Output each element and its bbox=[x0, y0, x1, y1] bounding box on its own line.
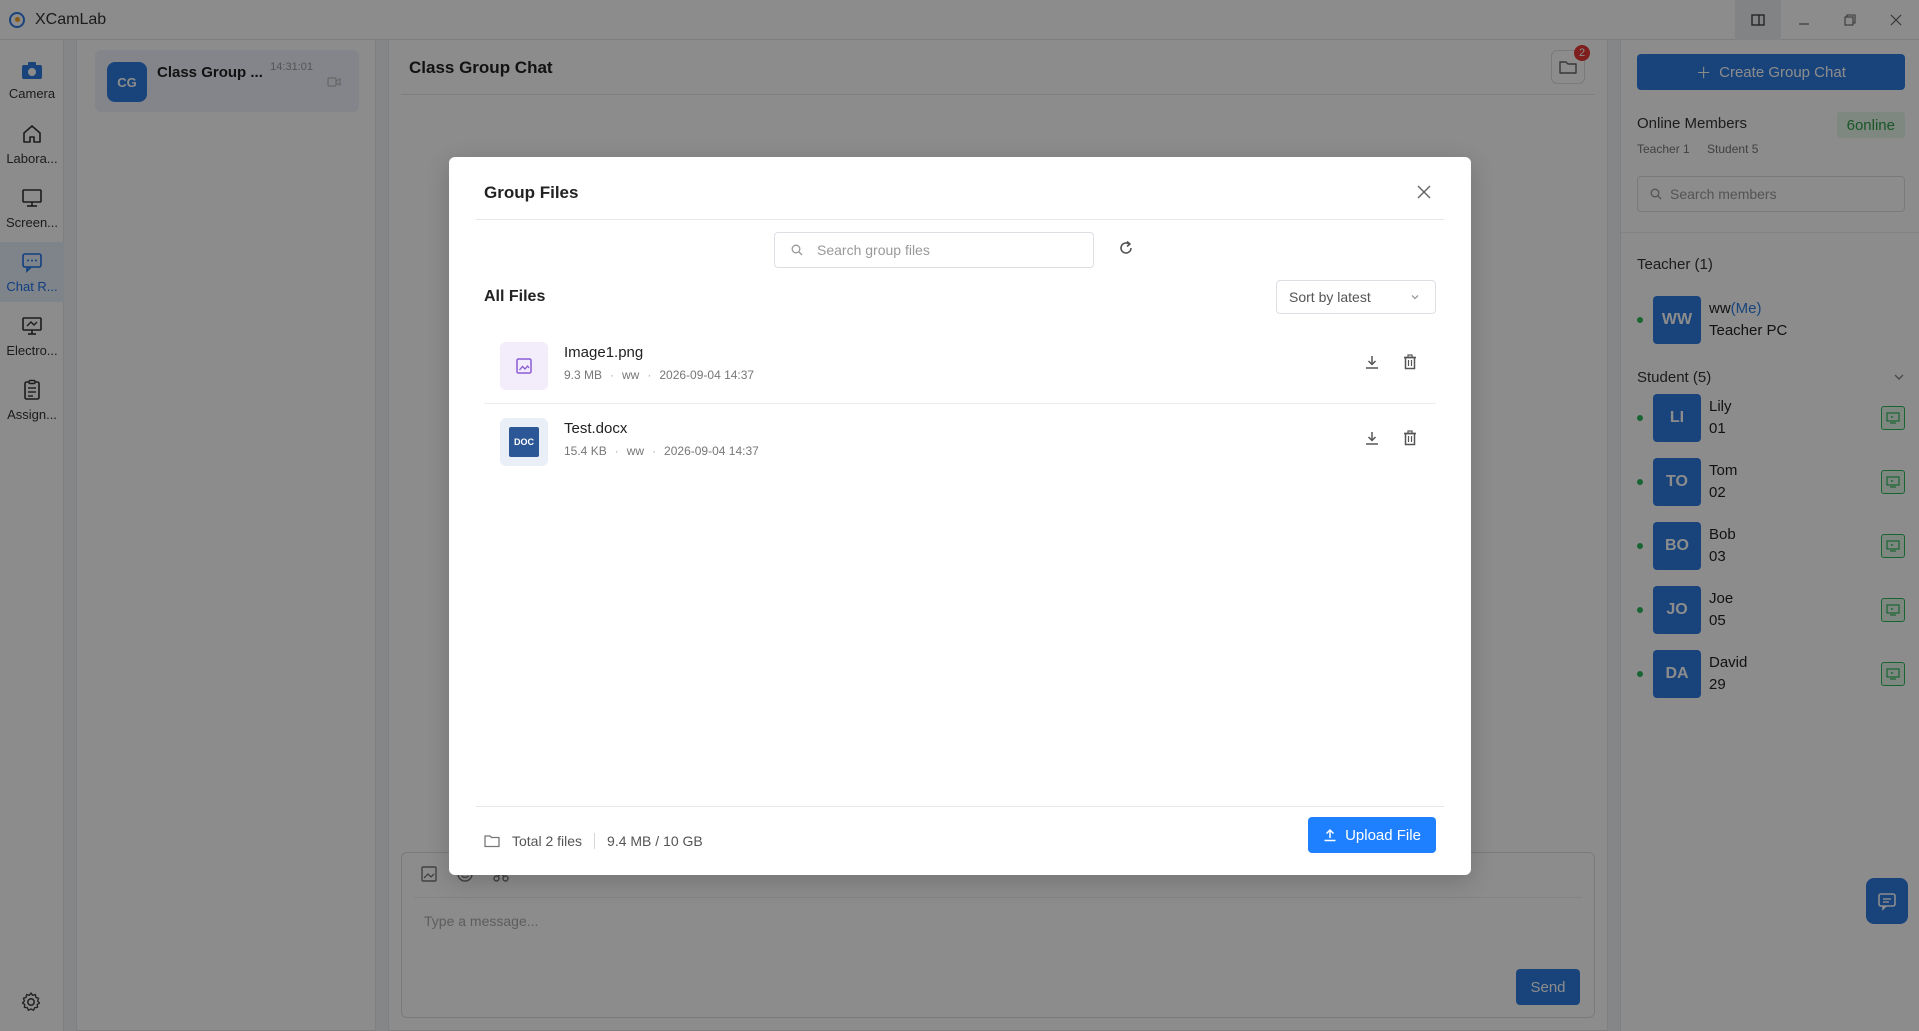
file-actions bbox=[1364, 430, 1418, 446]
delete-button[interactable] bbox=[1402, 354, 1418, 370]
files-summary: Total 2 files 9.4 MB / 10 GB bbox=[484, 833, 703, 849]
doc-icon-label: DOC bbox=[509, 427, 539, 457]
divider bbox=[476, 219, 1444, 220]
file-size: 9.3 MB bbox=[564, 368, 603, 382]
file-owner: ww bbox=[626, 444, 645, 458]
download-button[interactable] bbox=[1364, 430, 1380, 446]
file-meta: 15.4 KB · ww · 2026-09-04 14:37 bbox=[564, 444, 759, 458]
file-size: 15.4 KB bbox=[564, 444, 607, 458]
total-files: Total 2 files bbox=[512, 833, 583, 849]
download-button[interactable] bbox=[1364, 354, 1380, 370]
separator-dot: · bbox=[614, 444, 619, 458]
trash-icon bbox=[1404, 430, 1416, 446]
upload-icon bbox=[1324, 828, 1336, 842]
separator-dot: · bbox=[647, 368, 652, 382]
storage-usage: 9.4 MB / 10 GB bbox=[607, 833, 703, 849]
divider bbox=[594, 833, 596, 849]
divider bbox=[476, 806, 1444, 807]
search-icon bbox=[791, 244, 803, 256]
file-name: Test.docx bbox=[564, 420, 628, 437]
download-icon bbox=[1366, 356, 1378, 369]
separator-dot: · bbox=[652, 444, 657, 458]
refresh-button[interactable] bbox=[1118, 240, 1134, 256]
sort-select[interactable]: Sort by latest bbox=[1276, 280, 1436, 314]
dialog-title: Group Files bbox=[484, 183, 579, 202]
close-dialog-button[interactable] bbox=[1417, 185, 1431, 199]
file-row[interactable]: DOC Test.docx 15.4 KB · ww · 2026-09-04 … bbox=[484, 404, 1436, 480]
delete-button[interactable] bbox=[1402, 430, 1418, 446]
all-files-heading: All Files bbox=[484, 288, 546, 305]
download-icon bbox=[1366, 432, 1378, 445]
file-actions bbox=[1364, 354, 1418, 370]
doc-file-icon: DOC bbox=[500, 418, 548, 466]
file-owner: ww bbox=[622, 368, 640, 382]
chevron-down-icon bbox=[1409, 291, 1421, 303]
separator-dot: · bbox=[610, 368, 615, 382]
file-name: Image1.png bbox=[564, 344, 644, 361]
trash-icon bbox=[1404, 354, 1416, 370]
file-search-input[interactable]: Search group files bbox=[774, 232, 1094, 268]
file-date: 2026-09-04 14:37 bbox=[664, 444, 759, 458]
file-search-placeholder: Search group files bbox=[817, 242, 930, 258]
folder-icon bbox=[484, 834, 500, 848]
upload-file-label: Upload File bbox=[1345, 826, 1421, 844]
upload-file-button[interactable]: Upload File bbox=[1308, 817, 1436, 853]
group-files-dialog: Group Files Search group files All Files… bbox=[449, 157, 1471, 875]
close-icon bbox=[1417, 185, 1431, 199]
file-meta: 9.3 MB · ww · 2026-09-04 14:37 bbox=[564, 368, 754, 382]
file-date: 2026-09-04 14:37 bbox=[659, 368, 755, 382]
refresh-icon bbox=[1120, 240, 1132, 254]
file-row[interactable]: Image1.png 9.3 MB · ww · 2026-09-04 14:3… bbox=[484, 328, 1436, 404]
sort-select-value: Sort by latest bbox=[1289, 289, 1371, 305]
image-file-icon bbox=[500, 342, 548, 390]
